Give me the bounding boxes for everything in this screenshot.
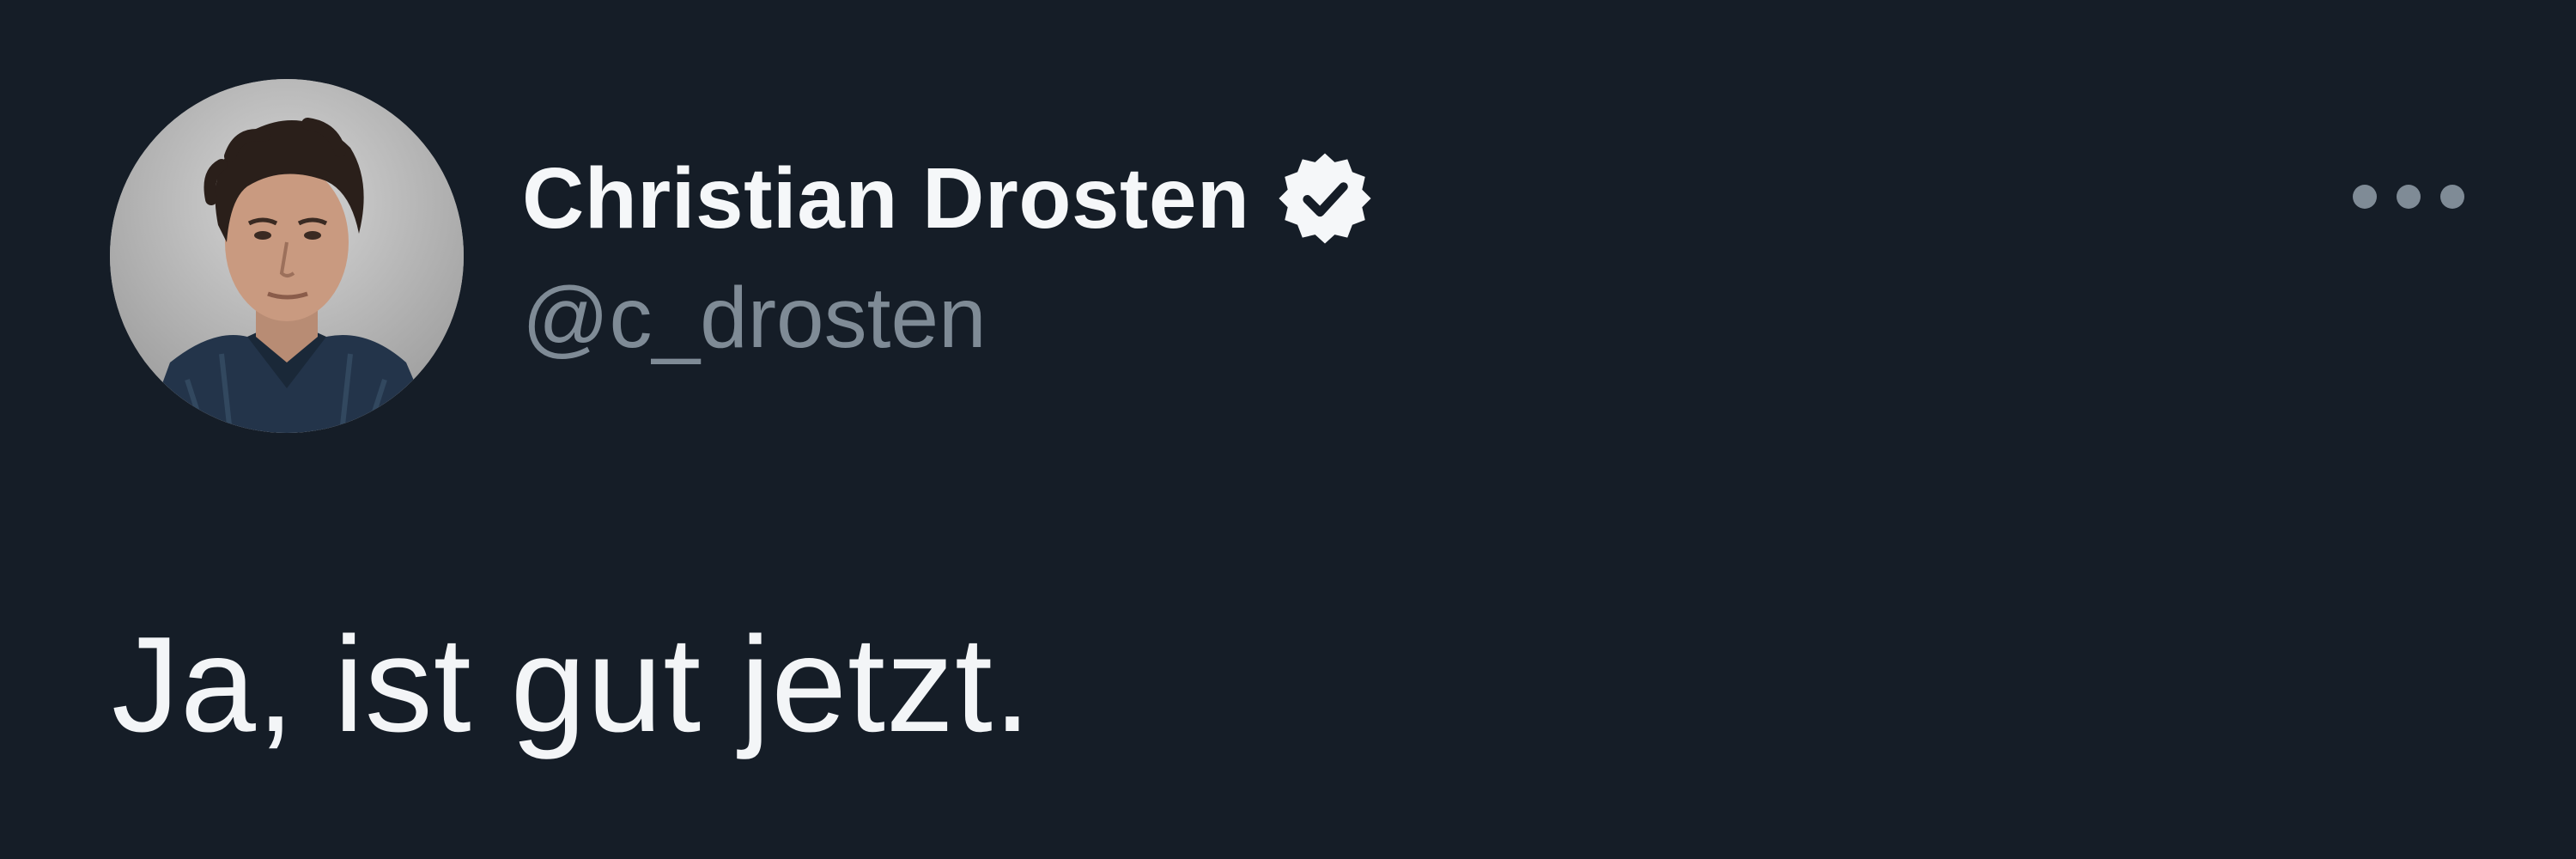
author-display-name[interactable]: Christian Drosten <box>522 155 1250 241</box>
author-name-row: Christian Drosten <box>522 139 1374 258</box>
author-handle[interactable]: @c_drosten <box>522 275 987 361</box>
more-dot <box>2397 185 2421 209</box>
tweet-text: Ja, ist gut jetzt. <box>112 609 1032 760</box>
more-options-icon[interactable] <box>2353 175 2464 218</box>
tweet-card: Christian Drosten @c_drosten Ja, ist gut… <box>0 0 2576 859</box>
verified-badge-icon <box>1276 149 1374 247</box>
avatar-photo <box>110 79 464 433</box>
more-dot <box>2353 185 2377 209</box>
avatar[interactable] <box>110 79 464 433</box>
more-dot <box>2440 185 2464 209</box>
